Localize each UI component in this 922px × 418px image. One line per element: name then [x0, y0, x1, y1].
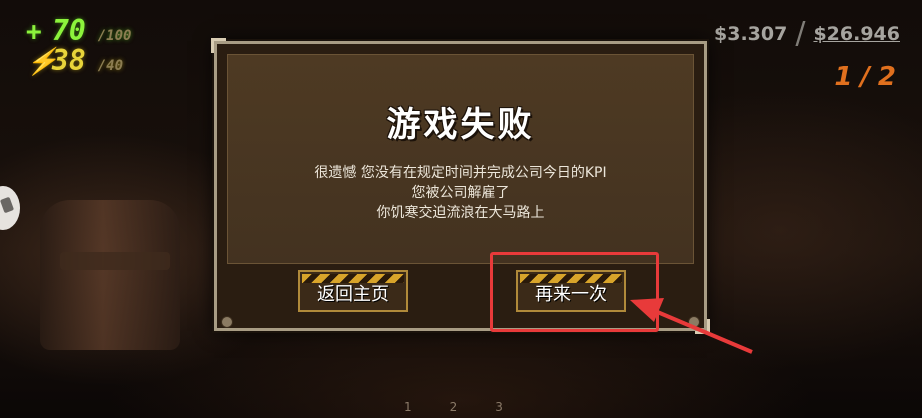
pointer-arrow-icon: [630, 298, 753, 354]
page-3[interactable]: 3: [495, 400, 503, 414]
page-indicator: 1 2 3: [404, 400, 503, 414]
page-2[interactable]: 2: [450, 400, 458, 414]
page-1[interactable]: 1: [404, 400, 412, 414]
